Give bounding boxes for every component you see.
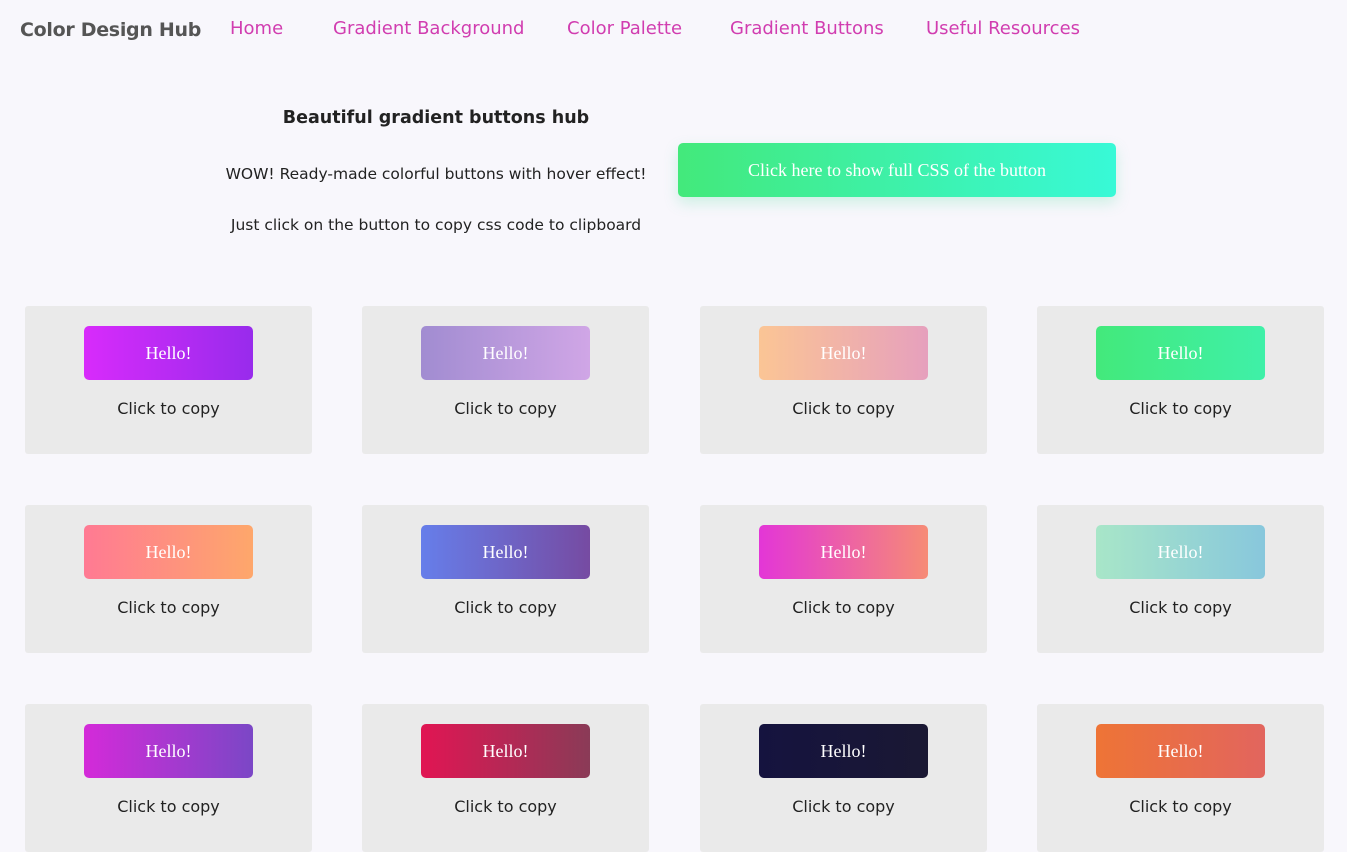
gradient-hello-button[interactable]: Hello! xyxy=(759,525,928,579)
click-to-copy-label: Click to copy xyxy=(1129,598,1232,617)
button-card[interactable]: Hello! Click to copy xyxy=(1037,505,1324,653)
gradient-hello-button[interactable]: Hello! xyxy=(1096,525,1265,579)
hero-instruction: Just click on the button to copy css cod… xyxy=(230,216,642,234)
gradient-hello-button[interactable]: Hello! xyxy=(421,525,590,579)
nav-link-home[interactable]: Home xyxy=(230,18,283,39)
show-full-css-button[interactable]: Click here to show full CSS of the butto… xyxy=(678,143,1116,197)
gradient-hello-button[interactable]: Hello! xyxy=(84,326,253,380)
gradient-hello-button[interactable]: Hello! xyxy=(759,326,928,380)
nav-link-gradient-background[interactable]: Gradient Background xyxy=(333,18,524,39)
gradient-hello-button[interactable]: Hello! xyxy=(1096,724,1265,778)
click-to-copy-label: Click to copy xyxy=(1129,797,1232,816)
button-card[interactable]: Hello! Click to copy xyxy=(362,505,649,653)
gradient-hello-button[interactable]: Hello! xyxy=(84,525,253,579)
click-to-copy-label: Click to copy xyxy=(792,797,895,816)
button-card[interactable]: Hello! Click to copy xyxy=(700,505,987,653)
gradient-hello-button[interactable]: Hello! xyxy=(759,724,928,778)
brand-logo-text[interactable]: Color Design Hub xyxy=(20,19,201,41)
button-card[interactable]: Hello! Click to copy xyxy=(362,306,649,454)
button-card[interactable]: Hello! Click to copy xyxy=(362,704,649,852)
click-to-copy-label: Click to copy xyxy=(117,399,220,418)
click-to-copy-label: Click to copy xyxy=(454,797,557,816)
click-to-copy-label: Click to copy xyxy=(1129,399,1232,418)
nav-link-color-palette[interactable]: Color Palette xyxy=(567,18,682,39)
click-to-copy-label: Click to copy xyxy=(454,598,557,617)
gradient-hello-button[interactable]: Hello! xyxy=(421,326,590,380)
button-card[interactable]: Hello! Click to copy xyxy=(25,306,312,454)
click-to-copy-label: Click to copy xyxy=(454,399,557,418)
click-to-copy-label: Click to copy xyxy=(792,399,895,418)
button-card[interactable]: Hello! Click to copy xyxy=(25,704,312,852)
gradient-hello-button[interactable]: Hello! xyxy=(1096,326,1265,380)
nav-link-gradient-buttons[interactable]: Gradient Buttons xyxy=(730,18,884,39)
gradient-hello-button[interactable]: Hello! xyxy=(84,724,253,778)
button-card[interactable]: Hello! Click to copy xyxy=(1037,306,1324,454)
button-card[interactable]: Hello! Click to copy xyxy=(700,306,987,454)
hero-subtitle: WOW! Ready-made colorful buttons with ho… xyxy=(225,165,647,183)
top-navbar: Color Design Hub Home Gradient Backgroun… xyxy=(0,0,1347,60)
click-to-copy-label: Click to copy xyxy=(117,598,220,617)
nav-link-useful-resources[interactable]: Useful Resources xyxy=(926,18,1080,39)
click-to-copy-label: Click to copy xyxy=(792,598,895,617)
button-card[interactable]: Hello! Click to copy xyxy=(25,505,312,653)
button-card[interactable]: Hello! Click to copy xyxy=(700,704,987,852)
gradient-hello-button[interactable]: Hello! xyxy=(421,724,590,778)
click-to-copy-label: Click to copy xyxy=(117,797,220,816)
page-title: Beautiful gradient buttons hub xyxy=(282,108,590,128)
button-card[interactable]: Hello! Click to copy xyxy=(1037,704,1324,852)
